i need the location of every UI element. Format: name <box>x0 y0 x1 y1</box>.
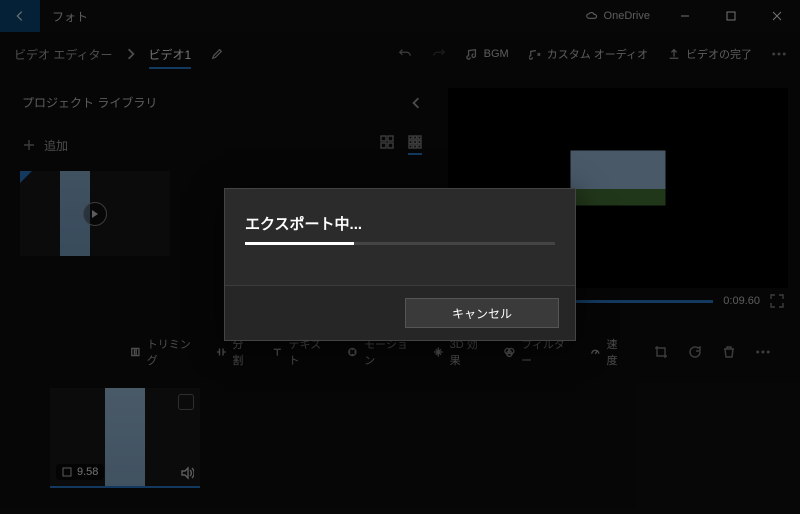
dialog-title: エクスポート中... <box>245 213 555 234</box>
cancel-button[interactable]: キャンセル <box>405 298 559 328</box>
export-progress <box>245 242 555 245</box>
export-dialog: エクスポート中... キャンセル <box>224 188 576 341</box>
